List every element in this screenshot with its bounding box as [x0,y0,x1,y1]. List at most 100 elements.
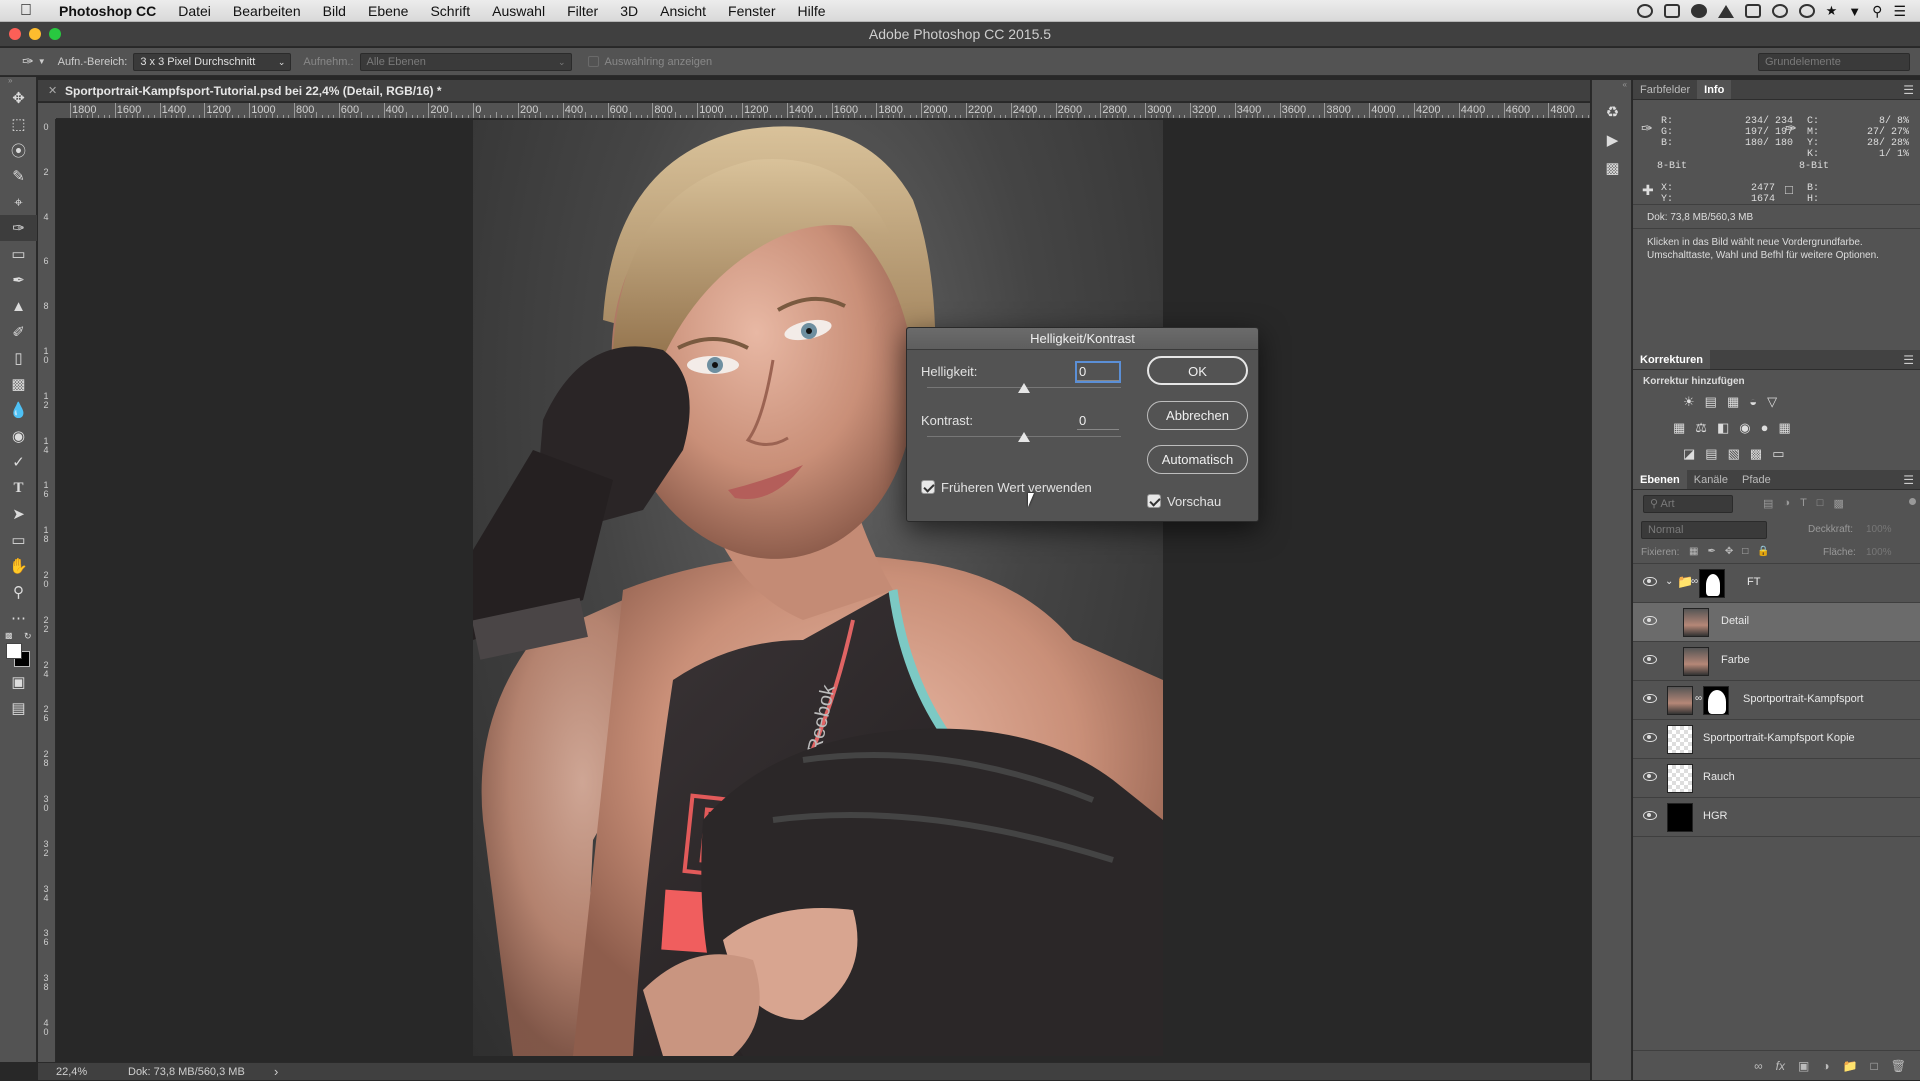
layer-thumbnail[interactable] [1667,725,1693,754]
curves-icon[interactable]: ▦ [1727,394,1739,410]
delete-layer-icon[interactable]: 🗑 [1891,1059,1906,1073]
auto-button[interactable]: Automatisch [1147,445,1248,474]
layer-row-hgr[interactable]: HGR [1633,798,1920,837]
filter-shape-icon[interactable]: □ [1817,497,1824,510]
invert-icon[interactable]: ◪ [1683,446,1695,462]
minimize-window-icon[interactable] [29,28,41,40]
brightness-input[interactable]: 0 [1077,363,1119,381]
contrast-slider-thumb[interactable] [1018,432,1030,442]
panel-collapse-icon[interactable]: » [0,77,36,85]
layer-style-icon[interactable]: fx [1776,1059,1785,1073]
brightness-contrast-icon[interactable]: ☀ [1683,394,1695,410]
marquee-tool-icon[interactable]: ⬚ [0,111,37,137]
gradient-map-icon[interactable]: ▭ [1772,446,1784,462]
rectangle-tool-icon[interactable]: ▭ [0,527,37,553]
link-layers-icon[interactable]: ∞ [1754,1059,1763,1073]
quick-mask-icon[interactable]: ▣ [0,669,37,695]
menu-filter[interactable]: Filter [556,0,609,22]
eye-icon[interactable] [1643,616,1657,625]
lock-transparent-icon[interactable]: ▦ [1689,546,1698,557]
eyedropper-tool-icon[interactable]: ✑ [0,215,37,241]
brush-tool-icon[interactable]: ✒ [0,267,37,293]
preview-checkbox[interactable] [1147,494,1161,508]
preview-label[interactable]: Vorschau [1167,494,1221,509]
menu-datei[interactable]: Datei [167,0,222,22]
black-white-icon[interactable]: ◧ [1717,420,1729,436]
default-colors-icon[interactable]: ▩ [5,631,13,640]
tab-pfade[interactable]: Pfade [1735,470,1778,489]
vertical-ruler[interactable]: 0 2 4 6 8 1 0 1 2 1 4 1 6 1 8 2 0 2 2 2 4 2 6 2 8 3 0 3 … [38,119,56,1062]
tab-info[interactable]: Info [1697,80,1732,99]
document-canvas[interactable]: DY Reebok [57,120,1590,1062]
menu-photoshop[interactable]: Photoshop CC [48,0,167,22]
layer-thumbnail[interactable] [1667,764,1693,793]
fill-value[interactable]: 100% [1866,547,1892,558]
brightness-slider-thumb[interactable] [1018,383,1030,393]
menu-auswahl[interactable]: Auswahl [481,0,556,22]
menu-3d[interactable]: 3D [609,0,649,22]
tab-kanaele[interactable]: Kanäle [1687,470,1735,489]
creative-cloud-icon[interactable] [1690,4,1707,18]
menu-bild[interactable]: Bild [312,0,357,22]
layer-row-detail[interactable]: Detail [1633,603,1920,642]
tab-ebenen[interactable]: Ebenen [1633,470,1687,489]
menu-hilfe[interactable]: Hilfe [787,0,837,22]
layer-thumbnail[interactable] [1683,608,1709,637]
pen-tool-icon[interactable]: ✓ [0,449,37,475]
posterize-icon[interactable]: ▤ [1705,446,1717,462]
color-lookup-icon[interactable]: ▦ [1778,420,1790,436]
group-mask-thumbnail[interactable] [1699,569,1725,598]
layer-row-farbe[interactable]: Farbe [1633,642,1920,681]
layer-filter-select[interactable]: ⚲ Art [1643,495,1733,513]
cancel-button[interactable]: Abbrechen [1147,401,1248,430]
ruler-origin[interactable] [38,103,56,119]
legacy-label[interactable]: Früheren Wert verwenden [941,480,1092,495]
sample-layers-select[interactable]: Alle Ebenen ⌄ [359,52,572,71]
record-icon[interactable] [1636,4,1653,18]
group-expand-chevron-icon[interactable]: ⌄ [1665,576,1673,587]
eraser-tool-icon[interactable]: ▯ [0,345,37,371]
crop-tool-icon[interactable]: ⌖ [0,189,37,215]
filter-pixel-icon[interactable]: ▤ [1763,497,1773,510]
layer-thumbnail[interactable] [1683,647,1709,676]
new-layer-icon[interactable]: □ [1871,1059,1878,1073]
opacity-value[interactable]: 100% [1866,524,1892,535]
eye-icon[interactable] [1643,772,1657,781]
blur-tool-icon[interactable]: 💧 [0,397,37,423]
close-document-icon[interactable]: ✕ [48,80,57,102]
zoom-tool-icon[interactable]: ⚲ [0,579,37,605]
expand-panels-icon[interactable]: « [1592,80,1631,90]
history-brush-tool-icon[interactable]: ✐ [0,319,37,345]
display-icon[interactable] [1744,4,1761,18]
eyedropper-tool-preset-icon[interactable]: ✑ [22,53,34,70]
threshold-icon[interactable]: ▧ [1728,446,1740,462]
blend-mode-select[interactable]: Normal [1641,521,1767,539]
menu-ansicht[interactable]: Ansicht [649,0,717,22]
eye-icon[interactable] [1643,811,1657,820]
move-tool-icon[interactable]: ✥ [0,85,37,111]
menu-schrift[interactable]: Schrift [419,0,481,22]
more-tools-icon[interactable]: ⋯ [0,605,37,631]
new-adjustment-icon[interactable]: ◑ [1822,1059,1829,1073]
history-panel-icon[interactable]: ♻ [1592,98,1633,126]
spotlight-icon[interactable]: ⚲ [1872,3,1882,20]
quick-select-tool-icon[interactable]: ✎ [0,163,37,189]
color-balance-icon[interactable]: ⚖ [1695,420,1707,436]
layer-row-rauch[interactable]: Rauch [1633,759,1920,798]
panel-menu-icon[interactable]: ☰ [1903,353,1914,367]
menu-list-icon[interactable]: ☰ [1893,3,1906,20]
document-tab[interactable]: ✕ Sportportrait-Kampfsport-Tutorial.psd … [38,80,1590,102]
sync-icon[interactable] [1771,4,1788,18]
properties-panel-icon[interactable]: ▩ [1592,154,1633,182]
eye-icon[interactable] [1643,694,1657,703]
swap-colors-icon[interactable]: ↻ [24,631,32,642]
legacy-checkbox[interactable] [921,480,935,494]
exposure-icon[interactable]: ◒ [1749,394,1757,410]
close-window-icon[interactable] [9,28,21,40]
apple-icon[interactable]:  [20,2,36,19]
panel-menu-icon[interactable]: ☰ [1903,473,1914,487]
eye-icon[interactable] [1643,733,1657,742]
menu-fenster[interactable]: Fenster [717,0,786,22]
channel-mixer-icon[interactable]: ● [1761,420,1769,436]
cloud-icon[interactable] [1663,4,1680,18]
